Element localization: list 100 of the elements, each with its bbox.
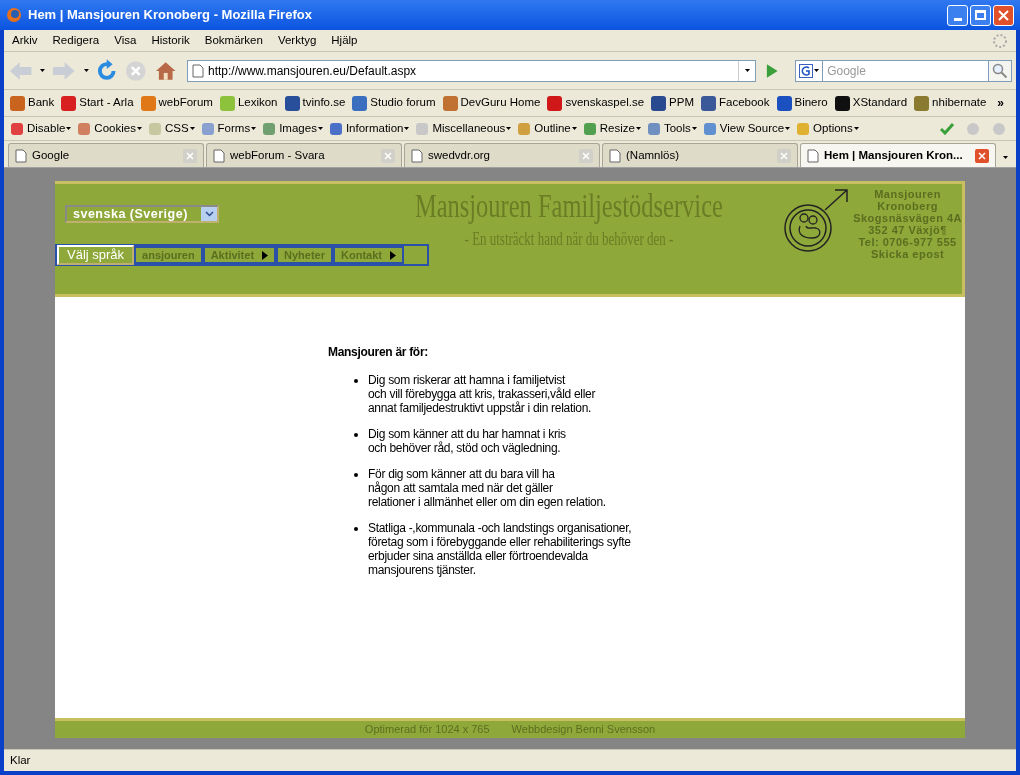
browser-tab[interactable]: swedvdr.org	[404, 143, 600, 167]
tool-icon	[415, 121, 430, 136]
arrow-icon	[390, 250, 396, 260]
caret-icon	[785, 127, 791, 130]
bookmark-link[interactable]: Studio forum	[370, 94, 436, 112]
bullet-icon	[354, 379, 358, 383]
browser-tab[interactable]: webForum - Svara	[206, 143, 402, 167]
page-icon	[609, 148, 621, 163]
browser-tab[interactable]: Google	[8, 143, 204, 167]
tool-icon	[582, 121, 597, 136]
more-bookmarks-chevron[interactable]: »	[997, 94, 1004, 112]
menu-item[interactable]: Arkiv	[12, 31, 38, 50]
caret-icon	[317, 127, 323, 130]
browser-tab[interactable]: Hem | Mansjouren Kron...	[800, 143, 996, 167]
tab-close-button[interactable]	[975, 148, 989, 163]
toolbar-menu[interactable]: Cookies	[94, 119, 142, 138]
menu-item[interactable]: Bokmärken	[204, 31, 263, 50]
footer-text: Webbdesign Benni Svensson	[511, 722, 656, 738]
bookmark-link[interactable]: Facebook	[719, 94, 770, 112]
toolbar-menu[interactable]: Miscellaneous	[432, 119, 512, 138]
intro-heading: Mansjouren är för:	[328, 344, 429, 361]
caret-icon	[136, 127, 142, 130]
close-icon	[998, 9, 1009, 21]
contact-line: Tel: 0706-977 555	[858, 236, 957, 248]
arrow-icon	[262, 250, 269, 260]
bookmark-link[interactable]: Bank	[28, 94, 55, 112]
tool-icon	[517, 121, 532, 136]
contact-line: Skogsnäsvägen 4A	[853, 212, 962, 224]
bookmark-link[interactable]: XStandard	[852, 94, 908, 112]
caret-icon	[251, 127, 257, 130]
minimize-button[interactable]	[947, 4, 968, 26]
toolbar-menu[interactable]: Images	[279, 119, 323, 138]
menu-item[interactable]: Visa	[114, 31, 137, 50]
caret-icon	[506, 127, 512, 130]
list-item-text: För dig som känner att du bara vill ha någon att samtala med när det gäller relationer i allmänhet eller om din egen relation.	[368, 467, 606, 509]
browser-tab[interactable]: (Namnlös)	[602, 143, 798, 167]
close-button[interactable]	[993, 4, 1014, 26]
google-icon	[799, 63, 814, 78]
toolbar-menu[interactable]: Options	[813, 119, 859, 138]
caret-icon	[853, 127, 859, 130]
bookmark-link[interactable]: DevGuru Home	[460, 94, 541, 112]
status-text: Klar	[10, 752, 31, 768]
status-icon	[966, 121, 980, 136]
list-item-text: Dig som riskerar att hamna i familjetvist och vill förebygga att kris, trakasseri,våld eller annat familjedestruktivt uppstår i din relation.	[368, 373, 596, 415]
throbber-icon	[992, 32, 1008, 49]
contact-line: Skicka epost	[870, 248, 945, 260]
toolbar-menu[interactable]: Information	[345, 119, 410, 138]
checkmark-icon	[940, 122, 954, 135]
caret-icon	[189, 127, 195, 130]
caret-icon	[814, 69, 820, 72]
stop-icon[interactable]	[124, 58, 148, 83]
bookmark-link[interactable]: Lexikon	[237, 94, 278, 112]
menu-item[interactable]: Redigera	[52, 31, 100, 50]
tool-icon	[702, 121, 717, 136]
toolbar-menu[interactable]: Disable	[27, 119, 72, 138]
toolbar-menu[interactable]: Resize	[599, 119, 641, 138]
bookmark-link[interactable]: nhibernate	[932, 94, 987, 112]
search-icon	[992, 62, 1009, 79]
tool-icon	[200, 121, 215, 136]
address-field[interactable]: http://www.mansjouren.eu/Default.aspx	[186, 59, 756, 82]
caret-icon	[66, 127, 72, 130]
bookmark-link[interactable]: tvinfo.se	[302, 94, 346, 112]
list-item-text: Dig som känner att du har hamnat i kris och behöver råd, stöd och vägledning.	[368, 427, 566, 455]
page-icon	[411, 148, 423, 163]
page-icon	[15, 148, 27, 163]
bookmark-link[interactable]: webForum	[158, 94, 213, 112]
contact-line: Kronoberg	[877, 200, 938, 212]
caret-icon	[691, 127, 697, 130]
contact-line: 352 47 Växjö¶	[868, 224, 947, 236]
bookmark-link[interactable]: svenskaspel.se	[565, 94, 645, 112]
menu-item[interactable]: Hjälp	[331, 31, 358, 50]
toolbar-menu[interactable]: View Source	[719, 119, 791, 138]
firefox-icon	[6, 7, 22, 23]
caret-icon	[404, 127, 410, 130]
search-engine-button[interactable]	[795, 59, 824, 82]
bookmark-link[interactable]: Binero	[794, 94, 828, 112]
tool-icon	[796, 121, 811, 136]
search-field[interactable]: Google	[823, 59, 989, 82]
chevron-icon	[204, 211, 214, 217]
caret-icon	[83, 69, 89, 72]
tool-icon	[646, 121, 661, 136]
bullet-icon	[354, 527, 358, 531]
toolbar-menu[interactable]: Forms	[217, 119, 257, 138]
contact-line: Mansjouren	[874, 188, 941, 200]
search-button[interactable]	[988, 59, 1013, 82]
caret-icon	[744, 69, 750, 72]
bookmark-link[interactable]: Start - Arla	[79, 94, 134, 112]
page-icon	[213, 148, 225, 163]
maximize-button[interactable]	[970, 4, 991, 26]
tool-icon	[147, 121, 162, 136]
bookmark-link[interactable]: PPM	[669, 94, 694, 112]
menu-item[interactable]: Historik	[151, 31, 190, 50]
toolbar-menu[interactable]: CSS	[164, 119, 195, 138]
menu-item[interactable]: Verktyg	[277, 31, 317, 50]
page-icon	[807, 148, 819, 163]
bullet-icon	[354, 433, 358, 437]
footer-text: Optimerad för 1024 x 765	[364, 722, 490, 738]
toolbar-menu[interactable]: Tools	[663, 119, 697, 138]
caret-icon	[635, 127, 641, 130]
toolbar-menu[interactable]: Outline	[534, 119, 577, 138]
